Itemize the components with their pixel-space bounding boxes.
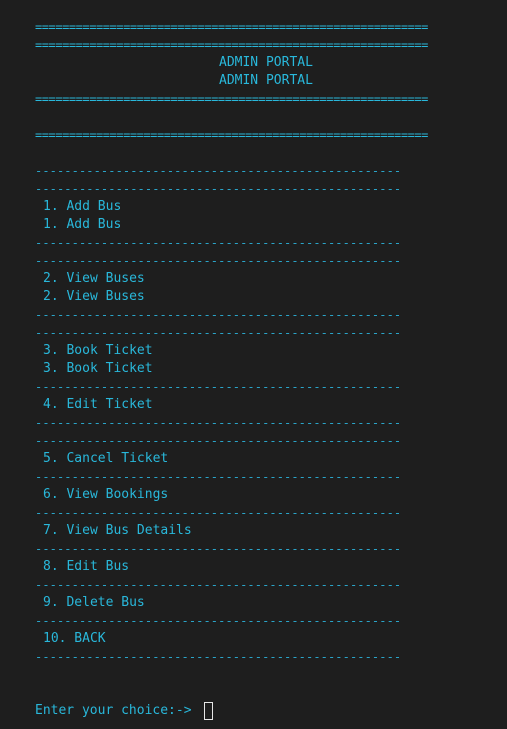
separator-line: ----------------------------------------… [35, 236, 402, 250]
menu-item-view-buses: 2. View Buses [43, 271, 145, 286]
menu-item-delete-bus: 9. Delete Bus [43, 595, 145, 610]
separator-line: ----------------------------------------… [35, 182, 402, 196]
menu-item-view-buses: 2. View Buses [43, 289, 145, 304]
input-prompt-row[interactable]: Enter your choice:-> [35, 702, 214, 720]
portal-title: ADMIN PORTAL [219, 73, 313, 88]
separator-line: ----------------------------------------… [35, 470, 402, 484]
separator-line: ========================================… [35, 128, 428, 142]
separator-line: ----------------------------------------… [35, 254, 402, 268]
text-cursor[interactable] [204, 702, 214, 720]
separator-line: ----------------------------------------… [35, 380, 402, 394]
separator-line: ----------------------------------------… [35, 308, 402, 322]
terminal-window[interactable]: ========================================… [0, 0, 507, 729]
separator-line: ----------------------------------------… [35, 434, 402, 448]
separator-line: ----------------------------------------… [35, 416, 402, 430]
menu-item-add-bus: 1. Add Bus [43, 199, 122, 214]
separator-line: ----------------------------------------… [35, 578, 402, 592]
menu-item-book-ticket: 3. Book Ticket [43, 343, 153, 358]
separator-line: ----------------------------------------… [35, 326, 402, 340]
portal-title: ADMIN PORTAL [219, 55, 313, 70]
prompt-label: Enter your choice:-> [35, 703, 200, 718]
separator-line: ----------------------------------------… [35, 506, 402, 520]
menu-item-add-bus: 1. Add Bus [43, 217, 122, 232]
menu-item-book-ticket: 3. Book Ticket [43, 361, 153, 376]
separator-line: ========================================… [35, 38, 428, 52]
separator-line: ========================================… [35, 20, 428, 34]
menu-item-edit-ticket: 4. Edit Ticket [43, 397, 153, 412]
menu-item-cancel-ticket: 5. Cancel Ticket [43, 451, 169, 466]
separator-line: ----------------------------------------… [35, 542, 402, 556]
separator-line: ----------------------------------------… [35, 650, 402, 664]
separator-line: ----------------------------------------… [35, 164, 402, 178]
menu-item-view-bookings: 6. View Bookings [43, 487, 169, 502]
menu-item-view-bus-details: 7. View Bus Details [43, 523, 192, 538]
separator-line: ----------------------------------------… [35, 614, 402, 628]
separator-line: ========================================… [35, 92, 428, 106]
terminal-output: ========================================… [35, 18, 505, 666]
menu-item-edit-bus: 8. Edit Bus [43, 559, 130, 574]
menu-item-back: 10. BACK [43, 631, 106, 646]
